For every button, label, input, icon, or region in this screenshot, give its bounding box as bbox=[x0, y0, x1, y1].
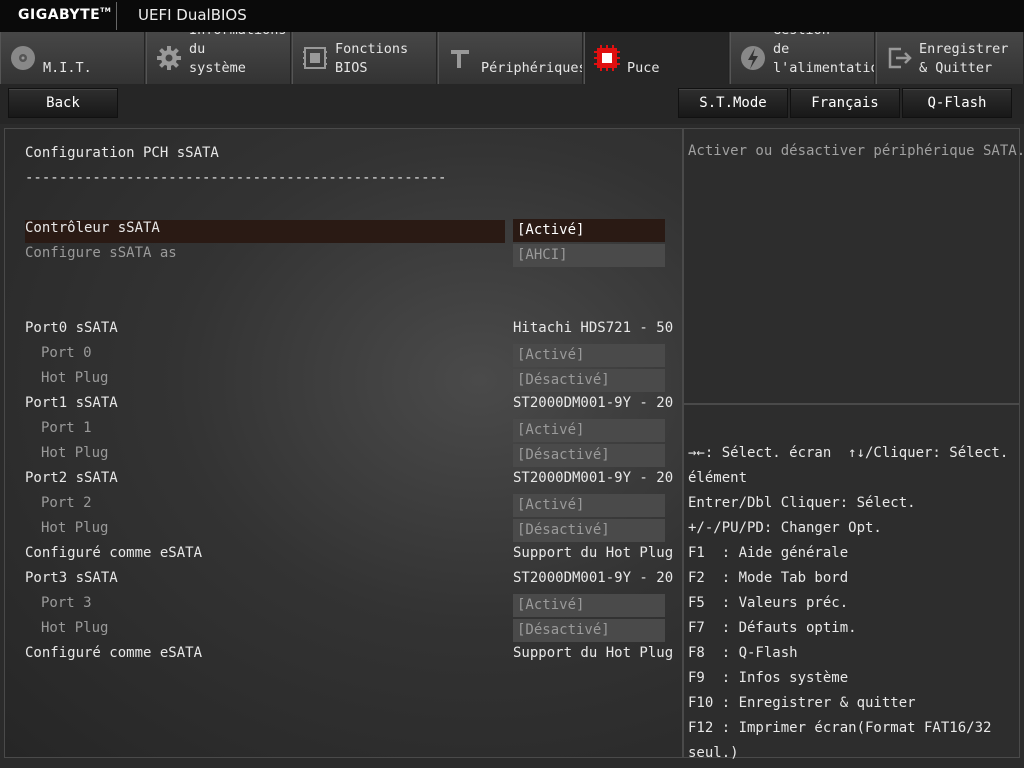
tab-label: Enregistrer & Quitter bbox=[919, 41, 1009, 76]
port2-device: ST2000DM001-9Y - 20 bbox=[513, 470, 674, 486]
tab-label: Fonctions BIOS bbox=[335, 41, 409, 76]
port3-hotplug-label: Hot Plug bbox=[41, 620, 109, 636]
key-legend-text: →←: Sélect. écran ↑↓/Cliquer: Sélect. él… bbox=[688, 445, 1009, 761]
heading-separator: ----------------------------------------… bbox=[25, 170, 447, 186]
settings-panel: Configuration PCH sSATA ----------------… bbox=[4, 128, 683, 758]
setting-value-ssata-controller[interactable]: [Activé] bbox=[513, 219, 665, 242]
help-text: Activer ou désactiver périphérique SATA. bbox=[688, 143, 1024, 159]
title-divider bbox=[116, 2, 117, 30]
tab-label: M.I.T. bbox=[43, 60, 92, 76]
port1-device: ST2000DM001-9Y - 20 bbox=[513, 395, 674, 411]
chip-icon bbox=[594, 45, 620, 71]
port0-label[interactable]: Port0 sSATA bbox=[25, 318, 118, 338]
setting-value-ssata-mode: [AHCI] bbox=[513, 244, 665, 267]
key-legend-panel: →←: Sélect. écran ↑↓/Cliquer: Sélect. él… bbox=[683, 404, 1020, 761]
gear-icon bbox=[157, 46, 181, 70]
tab-save-exit[interactable]: Enregistrer & Quitter bbox=[876, 32, 1024, 84]
tab-label: Informations du système bbox=[189, 32, 287, 76]
back-button[interactable]: Back bbox=[8, 88, 118, 118]
port3-label[interactable]: Port3 sSATA bbox=[25, 568, 118, 588]
tab-label: Périphériques bbox=[481, 60, 583, 76]
port2-label[interactable]: Port2 sSATA bbox=[25, 468, 118, 488]
port2-hotplug-value: [Désactivé] bbox=[513, 519, 665, 542]
tab-system-info[interactable]: Informations du système bbox=[146, 32, 291, 84]
bios-chip-icon bbox=[303, 47, 327, 69]
gigabyte-logo: GIGABYTETM bbox=[18, 7, 112, 23]
port1-enable-value: [Activé] bbox=[513, 419, 665, 442]
port3-esata-label[interactable]: Configuré comme eSATA bbox=[25, 643, 202, 663]
port0-device: Hitachi HDS721 - 50 bbox=[513, 320, 674, 336]
action-bar: Back S.T.Mode Français Q-Flash bbox=[0, 84, 1024, 124]
port2-esata-value: Support du Hot Plug bbox=[513, 545, 674, 561]
tab-label: Puce bbox=[627, 60, 660, 76]
bios-name: UEFI DualBIOS bbox=[138, 6, 247, 24]
port1-hotplug-label: Hot Plug bbox=[41, 445, 109, 461]
tab-chipset[interactable]: Puce bbox=[584, 32, 729, 84]
port1-label[interactable]: Port1 sSATA bbox=[25, 393, 118, 413]
port3-esata-value: Support du Hot Plug bbox=[513, 645, 674, 661]
help-panel: Activer ou désactiver périphérique SATA. bbox=[683, 128, 1024, 404]
port3-enable-value: [Activé] bbox=[513, 594, 665, 617]
page-title: Configuration PCH sSATA bbox=[25, 145, 219, 161]
port0-hotplug-label: Hot Plug bbox=[41, 370, 109, 386]
tab-bar: M.I.T. Informations du système Fonctions… bbox=[0, 32, 1024, 84]
port2-esata-label[interactable]: Configuré comme eSATA bbox=[25, 543, 202, 563]
port0-hotplug-value: [Désactivé] bbox=[513, 369, 665, 392]
language-button[interactable]: Français bbox=[790, 88, 900, 118]
power-icon bbox=[741, 46, 765, 70]
port2-enable-value: [Activé] bbox=[513, 494, 665, 517]
port0-enable-value: [Activé] bbox=[513, 344, 665, 367]
tab-power-management[interactable]: Gestion de l'alimentation bbox=[730, 32, 875, 84]
tab-bios-features[interactable]: Fonctions BIOS bbox=[292, 32, 437, 84]
setting-label-ssata-controller[interactable]: Contrôleur sSATA bbox=[25, 218, 160, 238]
connector-icon bbox=[451, 50, 469, 68]
qflash-button[interactable]: Q-Flash bbox=[902, 88, 1012, 118]
st-mode-button[interactable]: S.T.Mode bbox=[678, 88, 788, 118]
port0-enable-label: Port 0 bbox=[41, 345, 92, 361]
tab-label: Gestion de l'alimentation bbox=[773, 32, 874, 76]
disc-icon bbox=[11, 46, 35, 70]
port2-hotplug-label: Hot Plug bbox=[41, 520, 109, 536]
exit-icon bbox=[888, 47, 912, 69]
port3-hotplug-value: [Désactivé] bbox=[513, 619, 665, 642]
setting-label-ssata-mode: Configure sSATA as bbox=[25, 245, 177, 261]
port2-enable-label: Port 2 bbox=[41, 495, 92, 511]
port1-enable-label: Port 1 bbox=[41, 420, 92, 436]
tab-mit[interactable]: M.I.T. bbox=[0, 32, 145, 84]
tab-peripherals[interactable]: Périphériques bbox=[438, 32, 583, 84]
port1-hotplug-value: [Désactivé] bbox=[513, 444, 665, 467]
port3-device: ST2000DM001-9Y - 20 bbox=[513, 570, 674, 586]
port3-enable-label: Port 3 bbox=[41, 595, 92, 611]
title-bar: GIGABYTETM UEFI DualBIOS bbox=[0, 0, 1024, 32]
